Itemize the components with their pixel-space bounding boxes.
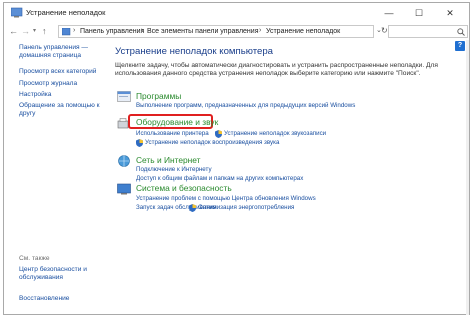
window-title: Устранение неполадок [26,8,106,17]
search-icon [457,28,465,36]
category-programs-title[interactable]: Программы [136,91,181,101]
see-also-header: См. также [19,255,50,262]
back-button[interactable]: ← [9,25,18,37]
power-optimization-link[interactable]: Оптимизация энергопотребления [198,204,294,211]
shield-icon [189,204,196,212]
page-description-line1: Щелкните задачу, чтобы автоматически диа… [115,62,438,69]
settings-link[interactable]: Настройка [19,91,51,99]
breadcrumb-separator: › [259,27,262,34]
control-panel-icon [62,28,71,36]
security-maintenance-link[interactable]: Центр безопасности и [19,266,87,274]
programs-compat-link[interactable]: Выполнение программ, предназначенных для… [136,102,355,109]
shield-icon [136,139,143,147]
title-bar[interactable]: Устранение неполадок — ☐ ✕ [4,3,469,22]
audio-recording-link[interactable]: Устранение неполадок звукозаписи [224,130,326,137]
breadcrumb-control-panel[interactable]: Панель управления [80,28,144,35]
address-bar[interactable]: › Панель управления › Все элементы панел… [58,25,374,38]
recovery-link[interactable]: Восстановление [19,295,69,303]
forward-button[interactable]: → [21,25,30,37]
audio-playback-link[interactable]: Устранение неполадок воспроизведения зву… [145,139,279,146]
navigation-bar: ← → ▾ ↑ › Панель управления › Все элемен… [4,22,469,40]
view-all-categories-link[interactable]: Просмотр всех категорий [19,68,96,76]
programs-icon [117,91,131,102]
recent-locations-chevron-icon[interactable]: ▾ [33,25,36,37]
minimize-button[interactable]: — [378,6,400,21]
up-button[interactable]: ↑ [42,25,47,37]
breadcrumb-troubleshooting[interactable]: Устранение неполадок [266,28,340,35]
troubleshoot-window-icon [11,7,23,18]
connect-internet-link[interactable]: Подключение к Интернету [136,166,212,173]
breadcrumb-separator: › [73,27,76,34]
get-help-from-friend-link[interactable]: Обращение за помощью к [19,102,100,110]
system-security-icon [117,183,131,195]
category-hardware-sound-title[interactable]: Оборудование и звук [136,117,218,127]
help-button[interactable]: ? [455,41,465,51]
security-maintenance-link-line2[interactable]: обслуживания [19,274,63,282]
breadcrumb-all-items[interactable]: Все элементы панели управления [147,28,258,35]
refresh-icon[interactable]: ↻ [381,25,388,37]
get-help-from-friend-link-line2[interactable]: другу [19,110,35,118]
breadcrumb-separator: › [141,27,144,34]
page-title: Устранение неполадок компьютера [115,46,273,57]
category-system-security-title[interactable]: Система и безопасность [136,183,232,193]
close-button[interactable]: ✕ [439,6,461,21]
control-panel-home-link[interactable]: Панель управления — [19,44,88,52]
scrollbar[interactable] [466,40,469,315]
page-description-line2: использования данного средства устранени… [115,70,421,77]
use-printer-link[interactable]: Использование принтера [136,130,209,137]
shared-folders-link[interactable]: Доступ к общим файлам и папкам на других… [136,175,303,182]
control-panel-home-link-line2[interactable]: домашняя страница [19,52,81,60]
windows-update-link[interactable]: Устранение проблем с помощью Центра обно… [136,195,316,202]
search-input[interactable] [388,25,468,38]
view-history-link[interactable]: Просмотр журнала [19,80,77,88]
maximize-button[interactable]: ☐ [408,6,430,21]
shield-icon [215,130,222,138]
network-internet-icon [118,155,130,167]
category-network-internet-title[interactable]: Сеть и Интернет [136,155,201,165]
